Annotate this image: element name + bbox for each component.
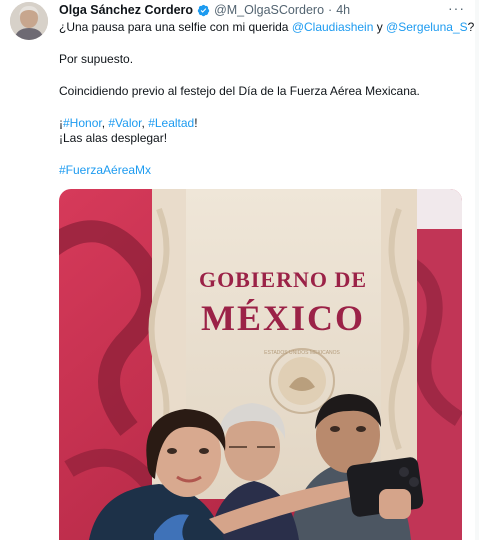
tweet-timestamp[interactable]: 4h: [336, 3, 350, 17]
tweet-line-1: ¿Una pausa para una selfie con mi querid…: [59, 20, 474, 35]
text-segment: y: [373, 20, 387, 34]
tweet-line-5: ¡Las alas desplegar!: [59, 131, 168, 145]
text-segment: ¿Una pausa para una selfie con mi querid…: [59, 20, 292, 34]
scrollbar-track[interactable]: [475, 0, 479, 540]
tweet[interactable]: Olga Sánchez Cordero @M_OlgaSCordero · 4…: [0, 0, 479, 540]
seal-text: ESTADOS UNIDOS MEXICANOS: [264, 350, 340, 356]
banner-text-line1: GOBIERNO DE: [199, 267, 367, 292]
author-handle[interactable]: @M_OlgaSCordero: [214, 3, 324, 17]
tweet-photo[interactable]: GOBIERNO DE MÉXICO ESTADOS UNIDOS MEXICA…: [59, 189, 462, 540]
tweet-line-6: #FuerzaAéreaMx: [59, 163, 151, 178]
tweet-line-2: Por supuesto.: [59, 52, 134, 66]
selfie-photo: GOBIERNO DE MÉXICO ESTADOS UNIDOS MEXICA…: [59, 189, 462, 540]
tweet-line-4: ¡#Honor, #Valor, #Lealtad!: [59, 116, 198, 131]
text-segment: !: [194, 116, 198, 130]
banner-text-line2: MÉXICO: [201, 298, 365, 338]
tweet-line-3: Coincidiendo previo al festejo del Día d…: [59, 84, 420, 98]
avatar-portrait: [10, 2, 48, 40]
mention-link-sergeluna[interactable]: @Sergeluna_S: [386, 20, 468, 34]
hashtag-link-fuerzaaereamx[interactable]: #FuerzaAéreaMx: [59, 163, 151, 177]
author-name[interactable]: Olga Sánchez Cordero: [59, 3, 193, 17]
mention-link-claudiashein[interactable]: @Claudiashein: [292, 20, 374, 34]
author-avatar[interactable]: [10, 2, 48, 40]
text-segment: ?: [467, 20, 475, 34]
hashtag-link-honor[interactable]: #Honor: [63, 116, 102, 130]
hashtag-link-lealtad[interactable]: #Lealtad: [148, 116, 194, 130]
header-separator: ·: [328, 3, 333, 17]
hashtag-link-valor[interactable]: #Valor: [108, 116, 141, 130]
verified-badge-icon: [197, 4, 210, 17]
more-options-icon[interactable]: ···: [448, 0, 465, 16]
tweet-header: Olga Sánchez Cordero @M_OlgaSCordero · 4…: [59, 2, 350, 18]
